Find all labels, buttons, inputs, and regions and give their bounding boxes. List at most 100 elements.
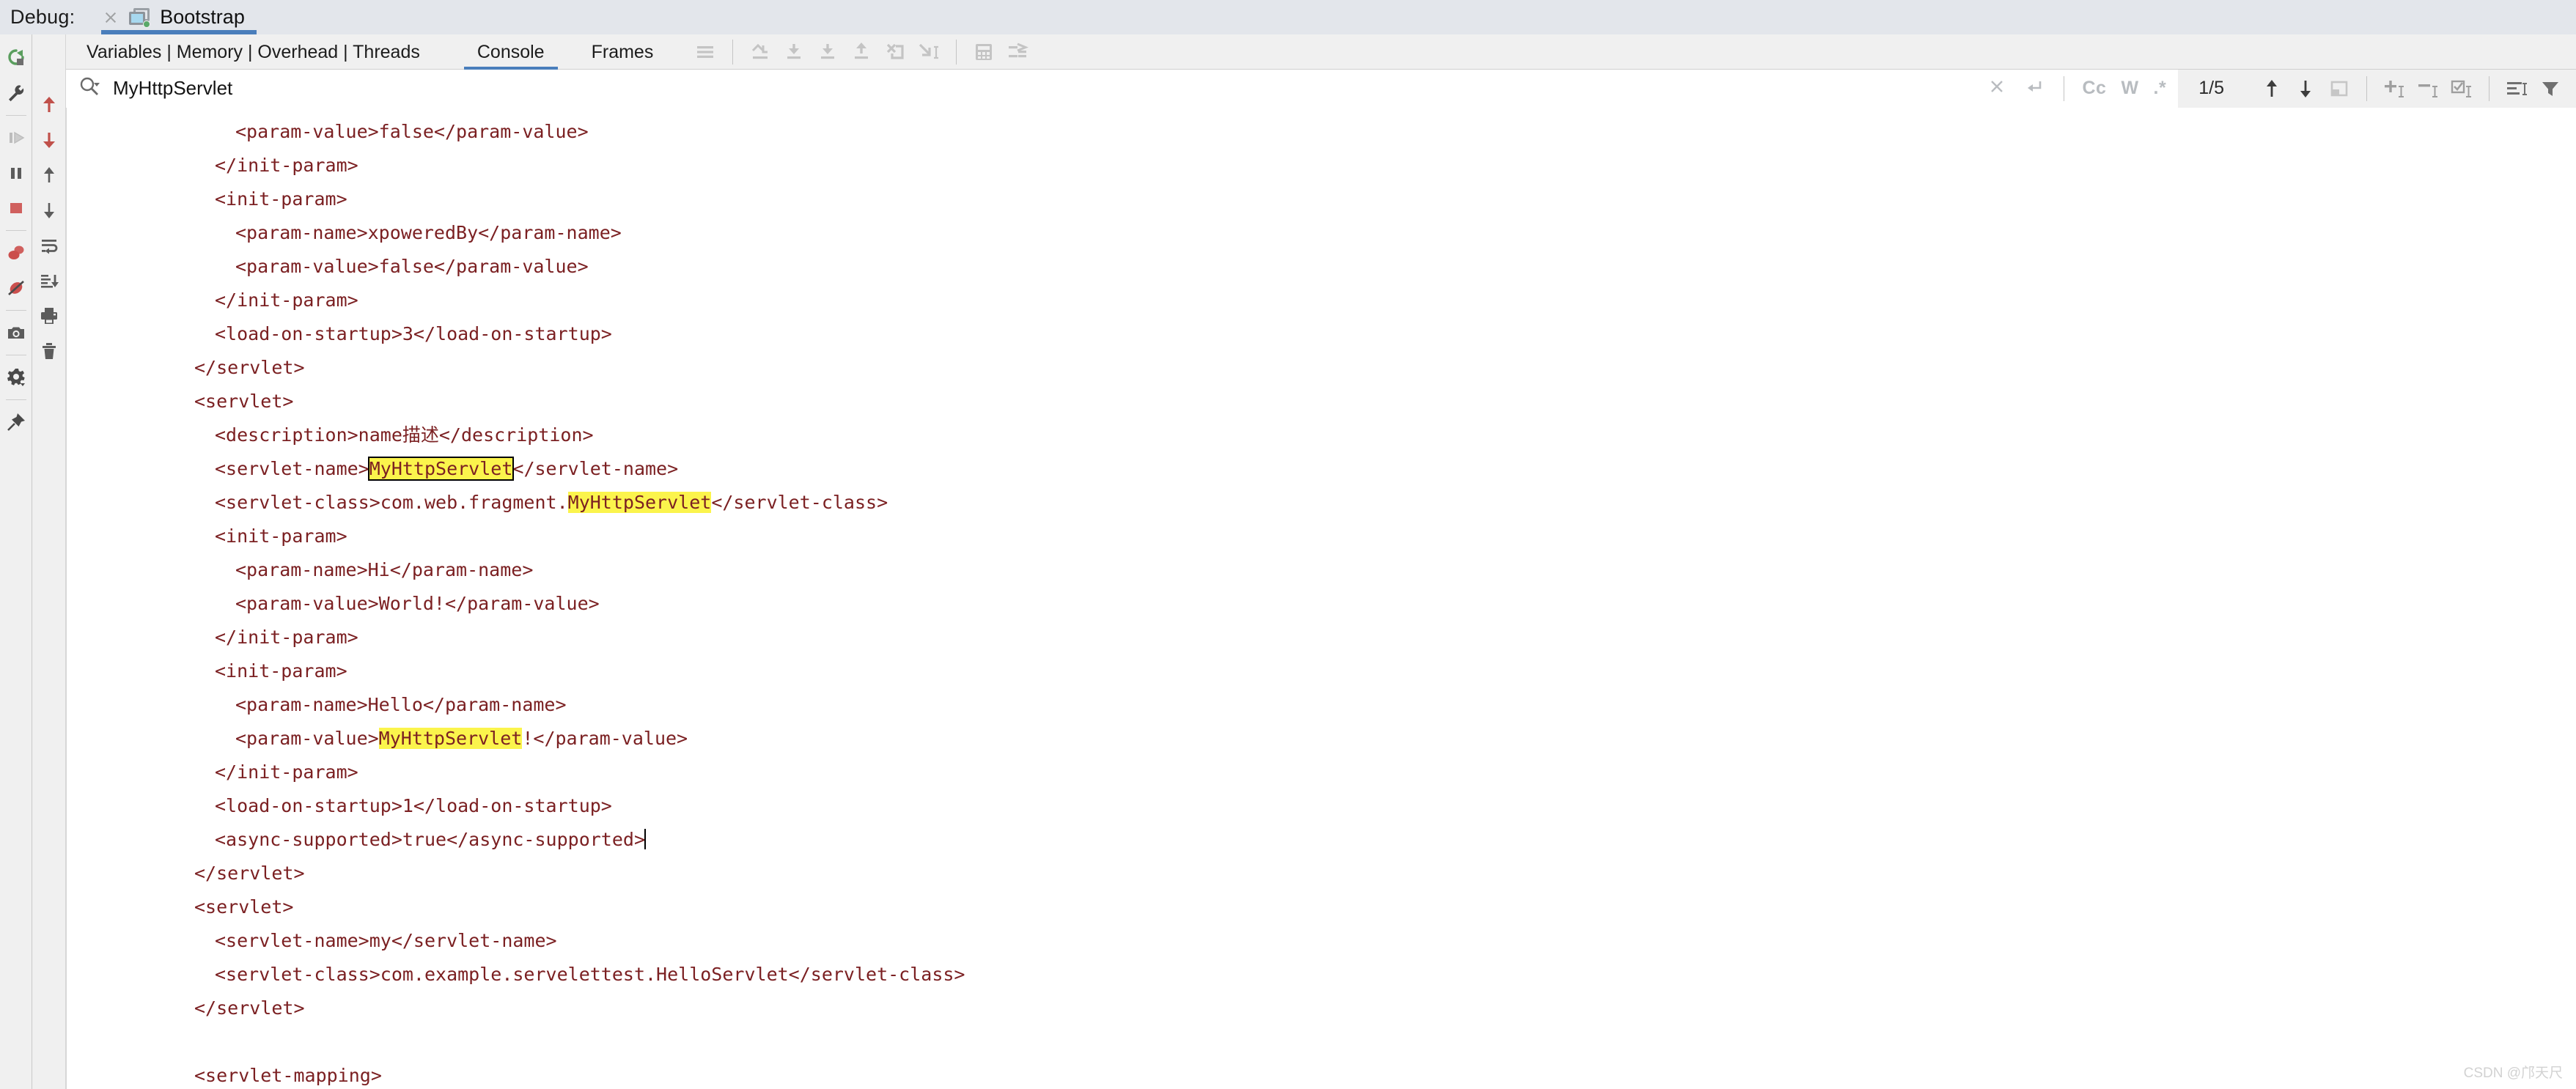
toolbar-divider [6, 310, 26, 311]
console-text-run: </servlet-class> [711, 492, 888, 513]
watches-icon [1006, 40, 1029, 64]
console-text-run: <param-value>World!</param-value> [235, 593, 600, 614]
rerun-icon [6, 48, 26, 68]
console-text-run: <servlet-name>my</servlet-name> [215, 930, 557, 951]
console-text-run: <param-value>false</param-value> [235, 121, 589, 142]
force-step-into-button[interactable] [878, 35, 912, 69]
console-text-run: </servlet> [194, 357, 305, 378]
debugger-tab-group-variables[interactable]: Variables | Memory | Overhead | Threads [79, 34, 433, 70]
menu-button[interactable] [688, 35, 722, 69]
find-toolbar: MyHttpServlet Cc W . [66, 70, 2576, 108]
console-line: </servlet> [67, 857, 2576, 890]
soft-wrap-icon [39, 235, 59, 256]
find-toolbar-right: 1/5 [2178, 70, 2576, 108]
rerun-button[interactable] [0, 40, 32, 75]
console-line [67, 1025, 2576, 1059]
soft-wrap-icon [2505, 78, 2528, 100]
resume-program-icon [6, 128, 26, 148]
scroll-down-button[interactable] [33, 193, 65, 228]
console-text-run: <servlet-mapping> [194, 1065, 382, 1086]
resume-button[interactable] [0, 120, 32, 155]
console-line: <param-name>Hello</param-name> [67, 688, 2576, 722]
search-field-container[interactable]: MyHttpServlet [66, 70, 1979, 108]
camera-icon [6, 322, 26, 343]
console-line: <param-value>false</param-value> [67, 115, 2576, 149]
next-match-button[interactable] [2289, 72, 2322, 106]
evaluate-expression-button[interactable] [967, 35, 1001, 69]
step-over-button[interactable] [777, 35, 811, 69]
console-text-run: <init-param> [215, 188, 347, 210]
tab-frames[interactable]: Frames [578, 34, 667, 70]
console-output[interactable]: <param-value>false</param-value> </init-p… [66, 108, 2576, 1089]
step-into-icon [816, 40, 839, 64]
settings-button[interactable] [0, 360, 32, 395]
clear-search-button[interactable] [1979, 77, 2015, 100]
console-line: <param-value>World!</param-value> [67, 587, 2576, 621]
remove-selection-button[interactable] [2411, 72, 2445, 106]
build-button[interactable] [0, 75, 32, 111]
select-all-icon [2328, 78, 2350, 100]
console-line: </init-param> [67, 621, 2576, 654]
soft-wrap-button[interactable] [33, 228, 65, 263]
watches-button[interactable] [1001, 35, 1034, 69]
debug-label: Debug: [0, 6, 97, 29]
search-match[interactable]: MyHttpServlet [379, 728, 523, 749]
select-all-matches-button[interactable] [2445, 72, 2479, 106]
console-line: <description>name描述</description> [67, 418, 2576, 452]
search-input[interactable]: MyHttpServlet [113, 77, 232, 100]
previous-occurrence-button[interactable] [33, 87, 65, 122]
arrow-up-icon [40, 165, 59, 185]
console-panel: Variables | Memory | Overhead | Threads … [66, 34, 2576, 1089]
pause-button[interactable] [0, 155, 32, 191]
tab-console[interactable]: Console [464, 34, 558, 70]
search-match-current[interactable]: MyHttpServlet [369, 458, 513, 479]
scroll-to-end-button[interactable] [33, 263, 65, 298]
console-line: <init-param> [67, 654, 2576, 688]
close-icon[interactable] [101, 8, 120, 27]
run-to-cursor-button[interactable] [912, 35, 946, 69]
console-line: <servlet> [67, 385, 2576, 418]
previous-match-button[interactable] [2255, 72, 2289, 106]
stop-icon [6, 198, 26, 218]
words-toggle[interactable]: W [2113, 78, 2146, 99]
search-match[interactable]: MyHttpServlet [568, 492, 712, 513]
hamburger-icon [694, 41, 716, 63]
pin-button[interactable] [0, 405, 32, 440]
step-into-button[interactable] [811, 35, 844, 69]
scroll-to-end-icon [39, 270, 59, 291]
mute-breakpoints-button[interactable] [0, 270, 32, 306]
toolbar-divider [6, 230, 26, 231]
print-button[interactable] [33, 298, 65, 333]
console-text-run: <description>name描述</description> [215, 424, 594, 446]
view-breakpoints-button[interactable] [0, 235, 32, 270]
run-configuration-tab-bootstrap[interactable]: Bootstrap [97, 0, 261, 34]
toolbar-divider [956, 40, 957, 64]
new-line-button[interactable] [2015, 77, 2053, 100]
force-step-into-icon [883, 40, 907, 64]
scroll-up-button[interactable] [33, 158, 65, 193]
trash-icon [39, 341, 59, 361]
close-icon [1987, 77, 2006, 96]
console-actions-toolbar [32, 34, 66, 1089]
console-line: </servlet> [67, 992, 2576, 1025]
console-line: </init-param> [67, 756, 2576, 789]
gear-icon [6, 367, 26, 388]
match-case-toggle[interactable]: Cc [2075, 78, 2113, 99]
toolbar-divider [6, 399, 26, 400]
console-text-run: <param-value> [235, 728, 379, 749]
next-occurrence-button[interactable] [33, 122, 65, 158]
clear-all-button[interactable] [33, 333, 65, 369]
search-icon[interactable] [78, 75, 101, 102]
console-text-run: </init-param> [215, 155, 358, 176]
console-line: <param-name>xpoweredBy</param-name> [67, 216, 2576, 250]
filter-button[interactable] [2533, 72, 2567, 106]
screenshot-button[interactable] [0, 315, 32, 350]
step-out-button[interactable] [844, 35, 878, 69]
select-all-occurrences-button[interactable] [2322, 72, 2356, 106]
add-selection-button[interactable] [2377, 72, 2411, 106]
use-soft-wraps-button[interactable] [2500, 72, 2533, 106]
show-execution-point-button[interactable] [743, 35, 777, 69]
run-to-cursor-icon [916, 40, 941, 64]
regex-toggle[interactable]: .* [2146, 78, 2174, 99]
stop-button[interactable] [0, 191, 32, 226]
